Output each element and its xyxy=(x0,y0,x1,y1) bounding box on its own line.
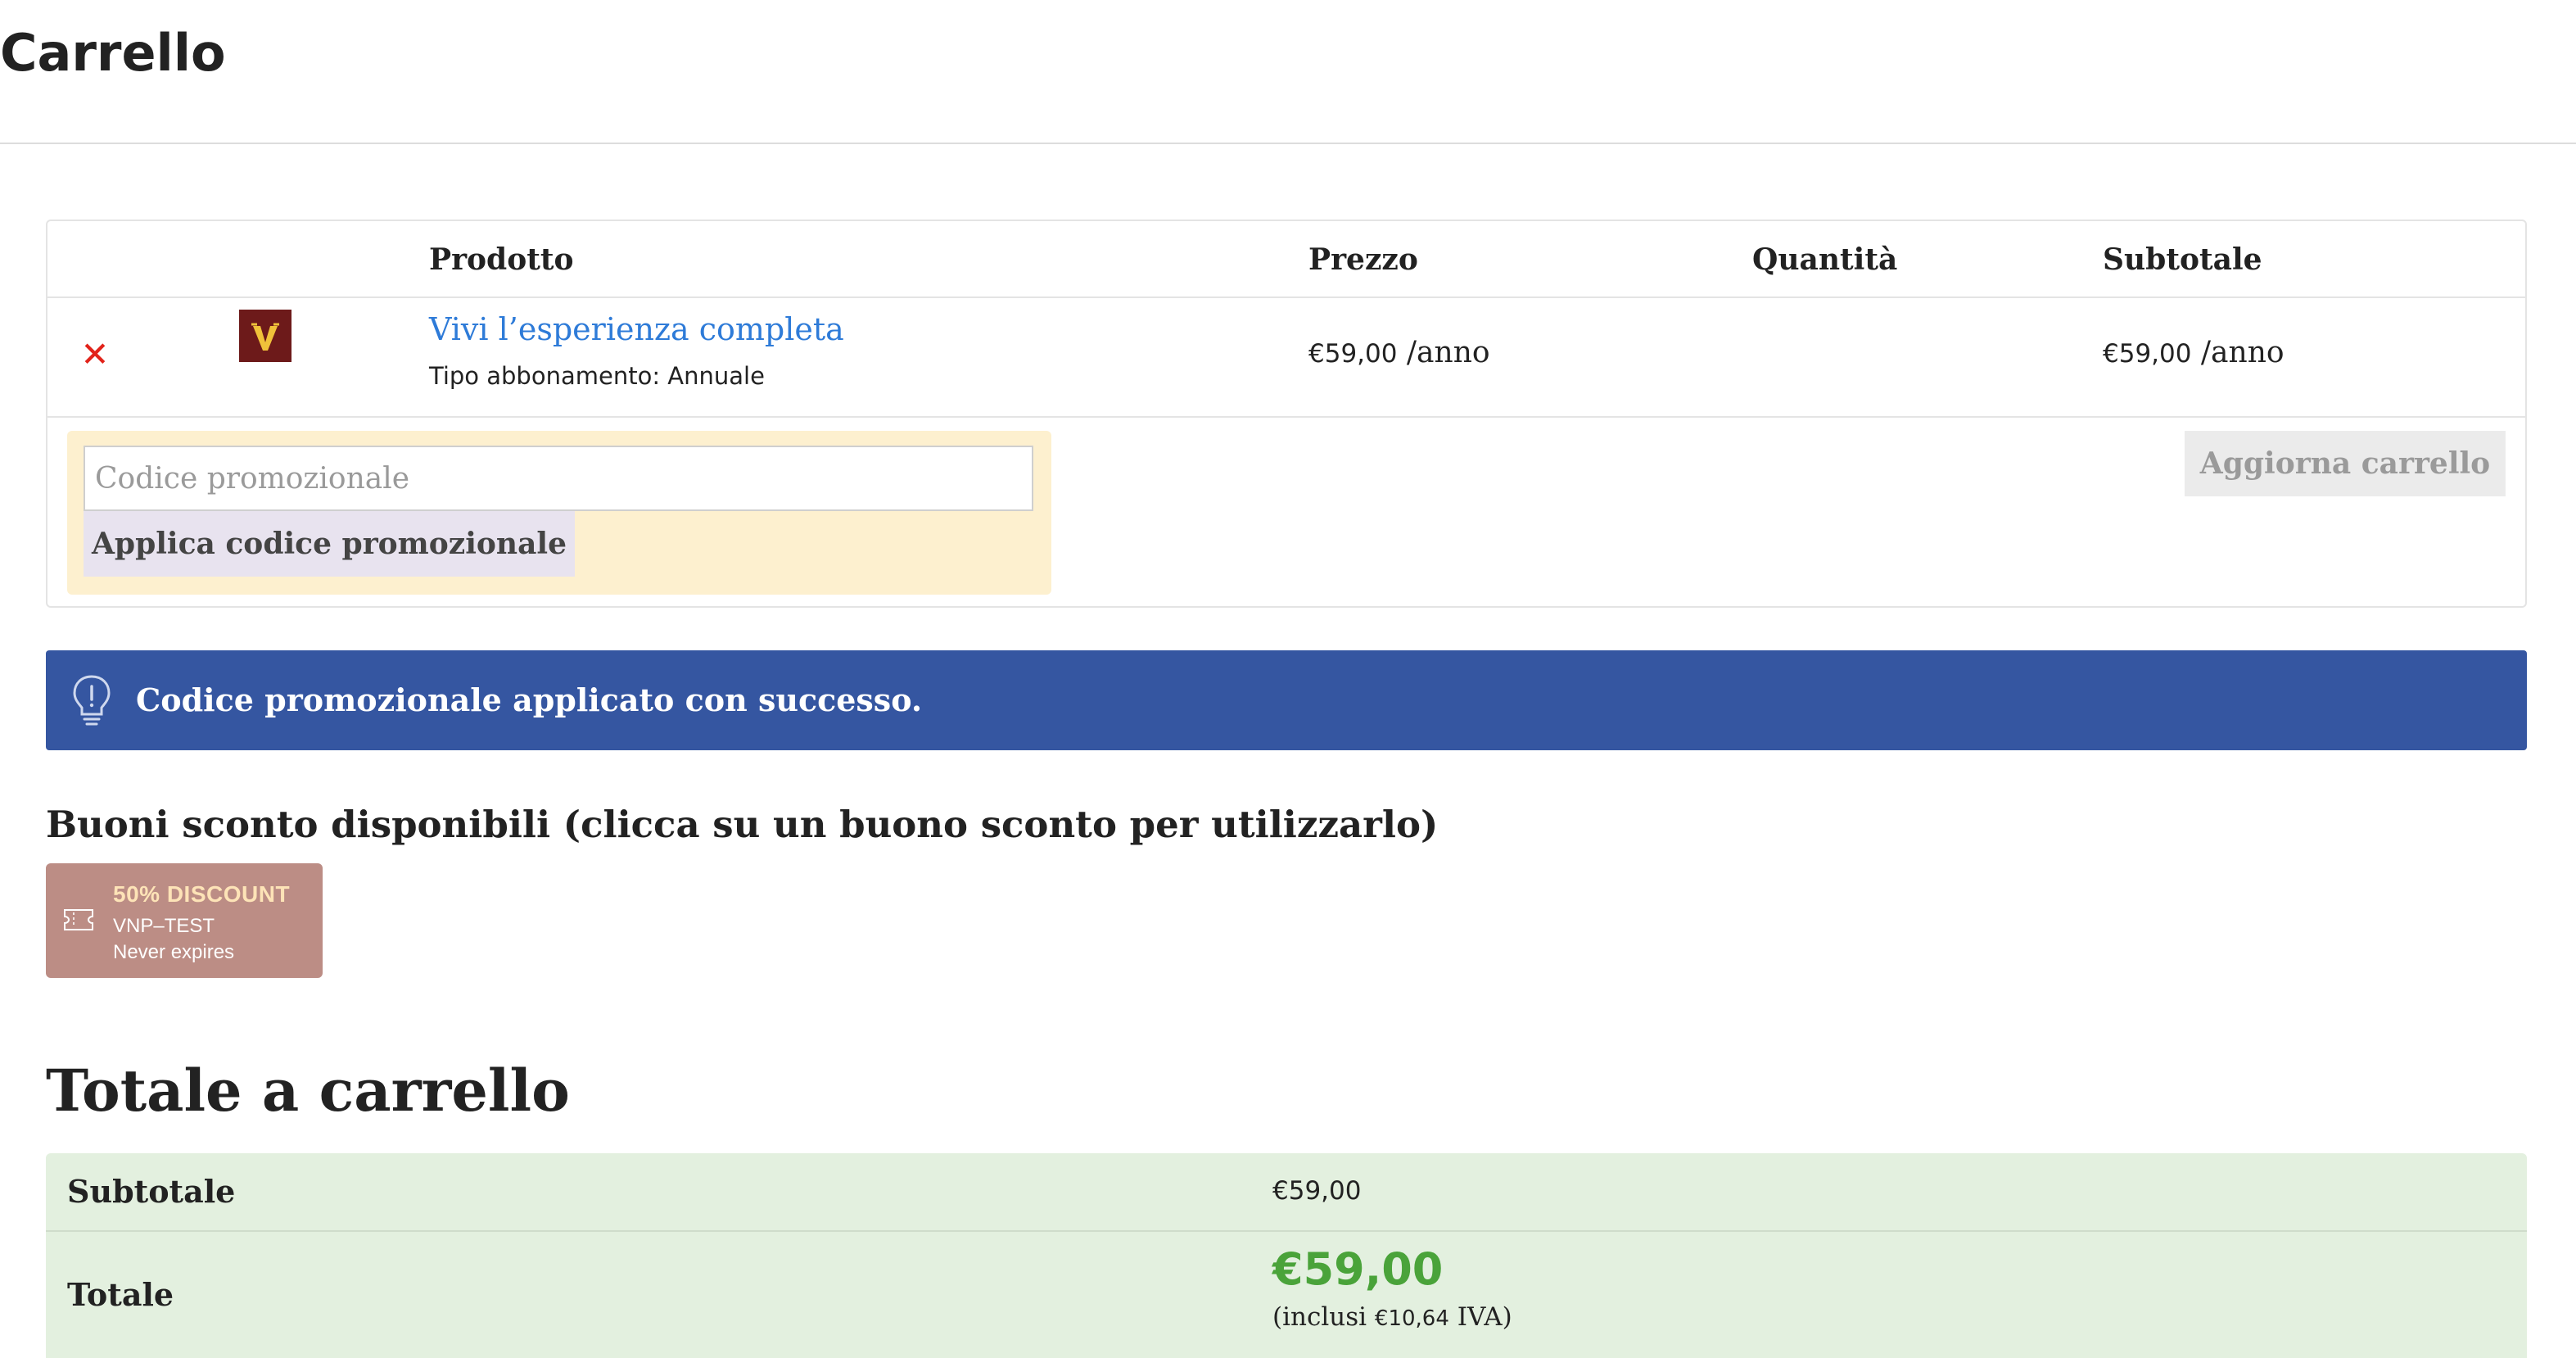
apply-coupon-button[interactable]: Applica codice promozionale xyxy=(84,511,575,577)
tax-note: (inclusi €10,64 IVA) xyxy=(1272,1302,1512,1332)
item-price: €59,00 /anno xyxy=(1308,336,1490,369)
tax-prefix: (inclusi xyxy=(1272,1302,1375,1332)
header-price: Prezzo xyxy=(1308,242,1418,277)
tax-suffix: IVA) xyxy=(1448,1302,1512,1332)
item-price-amount: €59,00 xyxy=(1308,339,1398,369)
success-notice: Codice promozionale applicato con succes… xyxy=(46,650,2527,750)
header-subtotal: Subtotale xyxy=(2103,242,2262,277)
lightbulb-icon xyxy=(73,675,111,726)
item-price-period: /anno xyxy=(1397,336,1490,369)
product-subscription-type: Tipo abbonamento: Annuale xyxy=(429,362,765,390)
subtotal-label: Subtotale xyxy=(67,1173,236,1210)
available-coupons-heading: Buoni sconto disponibili (clicca su un b… xyxy=(46,803,1439,846)
cart-header-row: Prodotto Prezzo Quantità Subtotale xyxy=(47,221,2525,298)
tax-amount: €10,64 xyxy=(1374,1306,1449,1331)
product-thumbnail[interactable] xyxy=(239,310,291,362)
coupon-title: 50% DISCOUNT xyxy=(113,881,291,907)
product-name-link[interactable]: Vivi l’esperienza completa xyxy=(429,311,844,347)
title-divider xyxy=(0,143,2576,144)
coupon-card[interactable]: 50% DISCOUNT VNP–TEST Never expires xyxy=(46,863,323,978)
close-icon: ✕ xyxy=(80,333,110,374)
item-subtotal-amount: €59,00 xyxy=(2103,339,2192,369)
header-product: Prodotto xyxy=(429,242,574,277)
totals-subtotal-row: Subtotale €59,00 xyxy=(46,1153,2527,1232)
ticket-icon xyxy=(64,909,93,930)
item-subtotal: €59,00 /anno xyxy=(2103,336,2285,369)
header-quantity: Quantità xyxy=(1752,242,1898,277)
coupon-code-input[interactable] xyxy=(84,446,1033,511)
cart-table: Prodotto Prezzo Quantità Subtotale ✕ Viv… xyxy=(46,220,2527,608)
total-value: €59,00 xyxy=(1272,1243,1444,1295)
notice-message: Codice promozionale applicato con succes… xyxy=(136,681,923,718)
coupon-code: VNP–TEST xyxy=(113,915,215,937)
subtotal-value: €59,00 xyxy=(1272,1176,1362,1206)
cart-totals-heading: Totale a carrello xyxy=(46,1057,570,1125)
totals-total-row: Totale €59,00 (inclusi €10,64 IVA) xyxy=(46,1232,2527,1358)
cart-item-row: ✕ Vivi l’esperienza completa Tipo abbona… xyxy=(47,296,2525,418)
update-cart-button[interactable]: Aggiorna carrello xyxy=(2185,431,2506,496)
coupon-expiry: Never expires xyxy=(113,941,235,963)
remove-item-button[interactable]: ✕ xyxy=(77,333,113,374)
total-label: Totale xyxy=(67,1276,174,1313)
item-subtotal-period: /anno xyxy=(2191,336,2285,369)
page-title: Carrello xyxy=(0,23,226,83)
product-logo-icon xyxy=(239,310,291,362)
coupon-form: Applica codice promozionale xyxy=(67,431,1051,595)
cart-totals-table: Subtotale €59,00 Totale €59,00 (inclusi … xyxy=(46,1153,2527,1358)
